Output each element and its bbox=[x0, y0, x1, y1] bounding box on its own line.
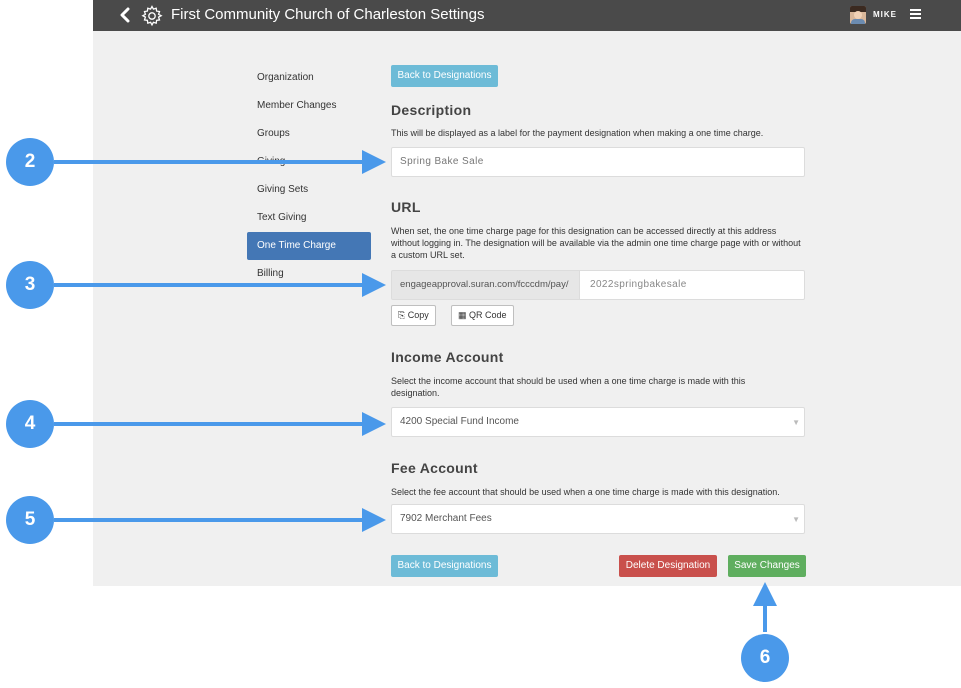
callout-5: 5 bbox=[6, 496, 54, 544]
callout-6: 6 bbox=[741, 634, 789, 682]
callout-3: 3 bbox=[6, 261, 54, 309]
callout-4: 4 bbox=[6, 400, 54, 448]
annotation-arrows bbox=[54, 150, 777, 632]
callout-2: 2 bbox=[6, 138, 54, 186]
